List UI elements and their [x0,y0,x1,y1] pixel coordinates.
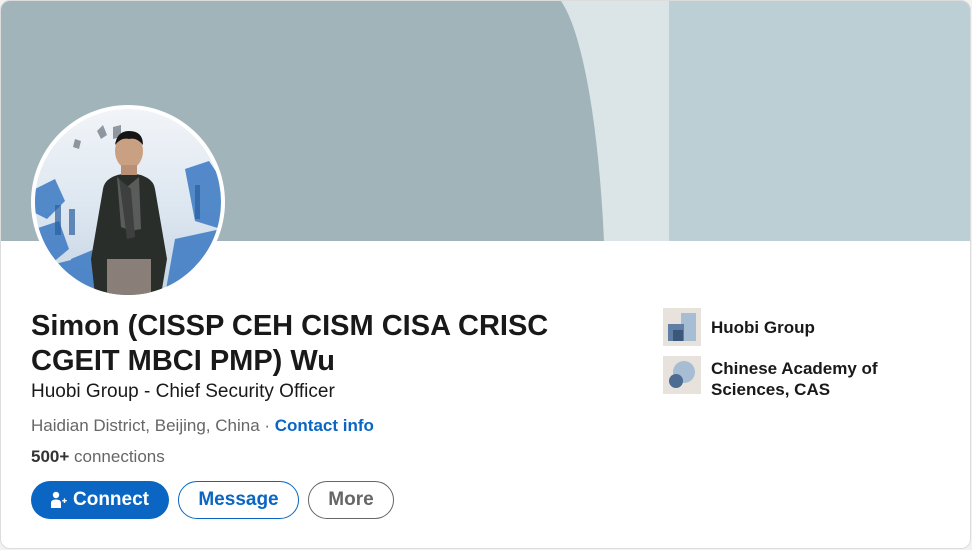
company-logo-icon [663,308,701,346]
connections-label: connections [69,447,165,466]
more-button[interactable]: More [308,481,394,519]
location-separator: · [259,416,275,435]
profile-card: Simon (CISSP CEH CISM CISA CRISC CGEIT M… [0,0,971,549]
education-link[interactable]: Chinese Academy of Sciences, CAS [663,356,901,400]
add-person-icon [51,491,67,509]
connect-button-label: Connect [73,489,149,510]
profile-avatar[interactable] [31,105,225,299]
profile-headline: Huobi Group - Chief Security Officer [31,381,335,402]
connect-button[interactable]: Connect [31,481,169,519]
message-button[interactable]: Message [178,481,299,519]
connections-count[interactable]: 500+ connections [31,447,165,467]
contact-info-link[interactable]: Contact info [275,416,374,435]
current-company-link[interactable]: Huobi Group [663,308,901,346]
connections-number: 500+ [31,447,70,466]
school-logo-icon [663,356,701,394]
profile-location: Haidian District, Beijing, China [31,416,260,435]
more-button-label: More [328,489,374,510]
profile-name: Simon (CISSP CEH CISM CISA CRISC CGEIT M… [31,310,549,377]
company-name: Huobi Group [711,318,815,337]
message-button-label: Message [198,489,279,510]
school-name: Chinese Academy of Sciences, CAS [711,359,878,399]
location-line: Haidian District, Beijing, China · Conta… [31,416,374,436]
profile-photo [35,109,221,295]
